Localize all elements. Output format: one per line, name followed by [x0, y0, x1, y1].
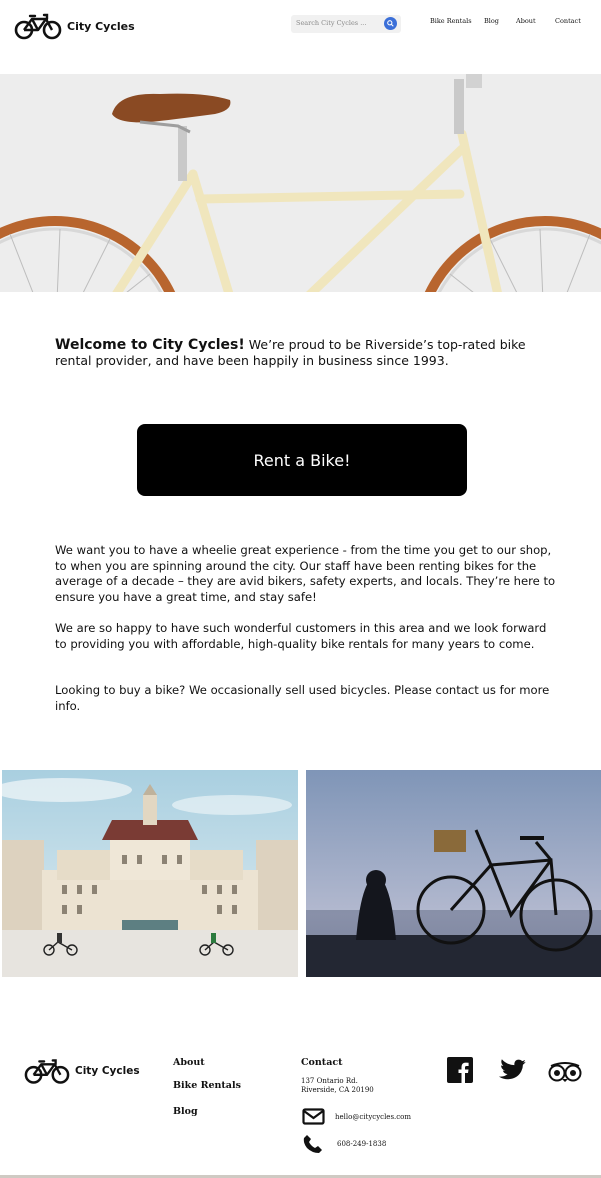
welcome-text: Welcome to City Cycles! We’re proud to b…	[55, 337, 545, 369]
welcome-heading: Welcome to City Cycles!	[55, 337, 245, 353]
hero-image	[0, 74, 601, 292]
body-paragraph-2: We are so happy to have such wonderful c…	[55, 621, 547, 651]
footer-contact-heading: Contact	[301, 1057, 343, 1068]
footer-link-bike-rentals[interactable]: Bike Rentals	[173, 1080, 241, 1091]
sunset-bike-photo	[306, 770, 601, 977]
bicycle-icon	[14, 13, 62, 40]
nav-contact[interactable]: Contact	[555, 17, 581, 25]
address-line-1: 137 Ontario Rd.	[301, 1077, 358, 1085]
address-line-2: Riverside, CA 20190	[301, 1086, 374, 1094]
footer-phone[interactable]: 608-249-1838	[337, 1140, 386, 1149]
phone-icon	[303, 1135, 322, 1153]
body-paragraph-3: Looking to buy a bike? We occasionally s…	[55, 683, 550, 713]
body-paragraph-1: We want you to have a wheelie great expe…	[55, 543, 556, 604]
header-logo[interactable]: City Cycles	[14, 10, 144, 42]
palace-photo	[2, 770, 298, 977]
tripadvisor-icon[interactable]	[548, 1062, 582, 1082]
twitter-icon[interactable]	[498, 1059, 526, 1082]
footer-brand-name: City Cycles	[75, 1065, 140, 1077]
nav-bike-rentals[interactable]: Bike Rentals	[430, 17, 472, 25]
search-button[interactable]	[384, 17, 397, 30]
footer-link-blog[interactable]: Blog	[173, 1106, 198, 1117]
footer-link-about[interactable]: About	[173, 1057, 205, 1068]
footer-email[interactable]: hello@citycycles.com	[335, 1113, 411, 1122]
search-input[interactable]: Search City Cycles ...	[296, 19, 366, 27]
footer-address: 137 Ontario Rd. Riverside, CA 20190	[301, 1077, 374, 1095]
facebook-icon[interactable]	[447, 1057, 473, 1083]
rent-bike-button[interactable]: Rent a Bike!	[137, 424, 467, 496]
search-icon	[387, 20, 394, 27]
nav-about[interactable]: About	[516, 17, 536, 25]
footer-logo[interactable]: City Cycles	[24, 1057, 140, 1085]
search-bar[interactable]: Search City Cycles ...	[291, 15, 401, 33]
nav-blog[interactable]: Blog	[484, 17, 499, 25]
brand-name: City Cycles	[67, 19, 135, 33]
envelope-icon	[302, 1108, 325, 1125]
bicycle-icon	[24, 1059, 70, 1084]
